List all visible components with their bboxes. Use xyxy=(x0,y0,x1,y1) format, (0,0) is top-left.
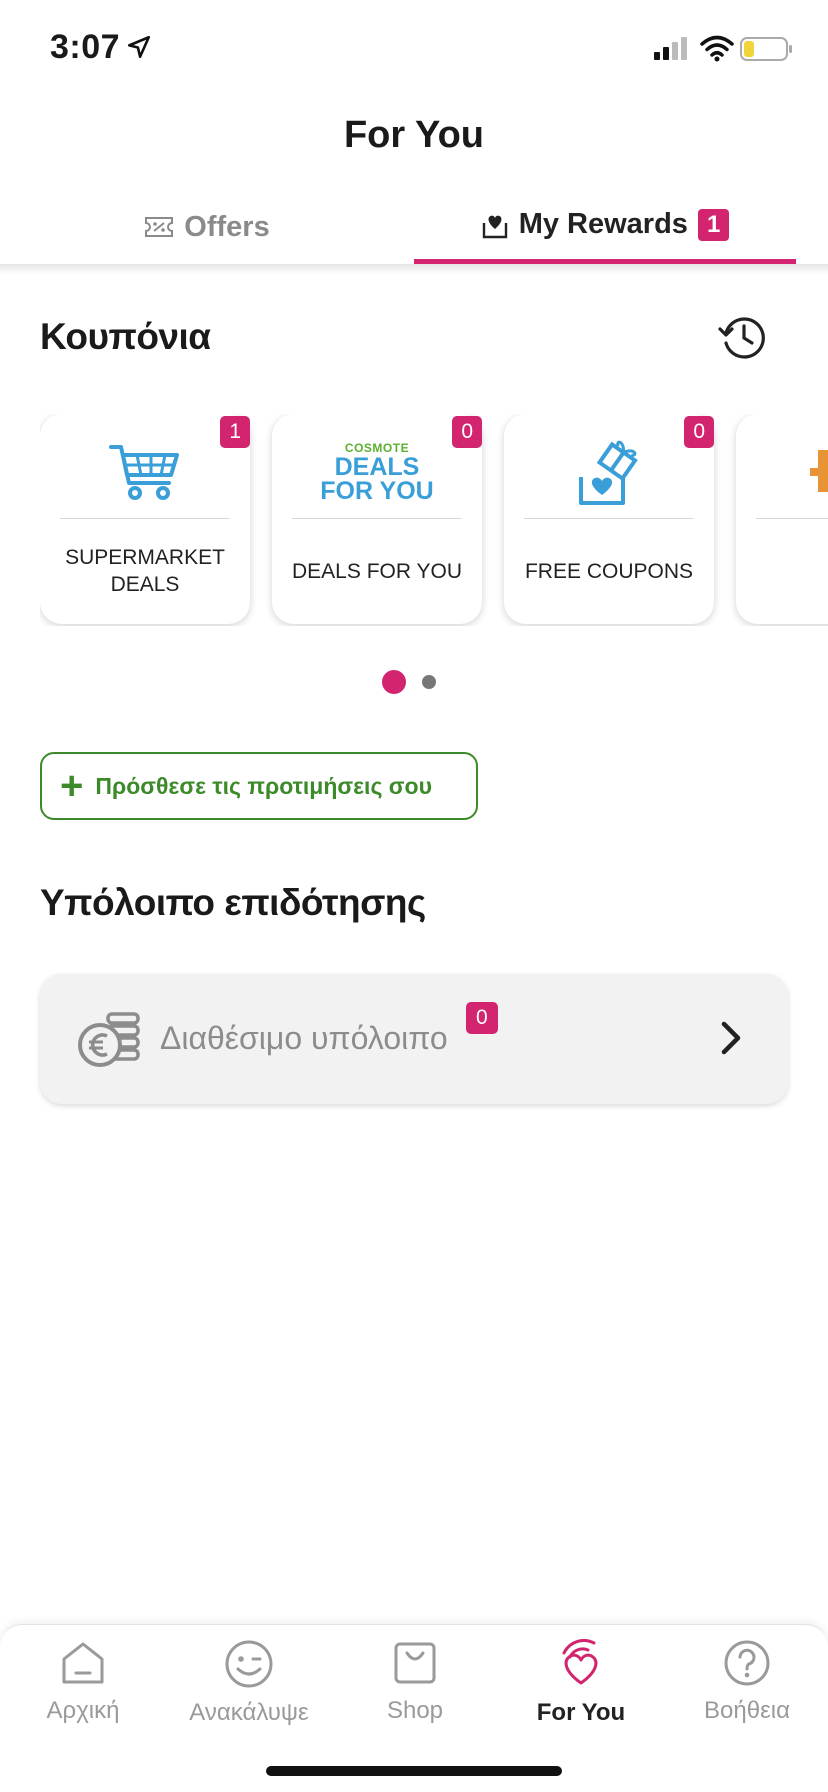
coupon-card-free-coupons[interactable]: FREE COUPONS 0 xyxy=(504,414,714,624)
gift-heart-icon xyxy=(579,440,638,505)
home-icon xyxy=(62,1642,104,1684)
nav-shop-label: Shop xyxy=(386,1697,444,1724)
card-divider xyxy=(756,518,828,519)
coupon-card-partial[interactable]: B xyxy=(736,414,828,624)
cellular-signal-icon xyxy=(654,37,687,60)
logo-for-you-text: FOR YOU xyxy=(320,477,434,505)
nav-shop[interactable]: Shop xyxy=(332,1639,498,1749)
home-indicator xyxy=(266,1766,562,1776)
tab-bar: Offers My Rewards 1 xyxy=(0,190,828,264)
coupon-count-badge: 0 xyxy=(452,416,482,448)
wink-smiley-icon xyxy=(225,1640,273,1688)
coupon-card-supermarket[interactable]: SUPERMARKET DEALS 1 xyxy=(40,414,250,624)
page-title: For You xyxy=(343,114,485,156)
heart-signal-icon xyxy=(562,1639,598,1685)
tab-my-rewards-label: My Rewards xyxy=(518,208,688,240)
coupon-card-label: SUPERMARKET DEALS xyxy=(65,546,225,596)
available-balance-row[interactable]: Διαθέσιμο υπόλοιπο 0 xyxy=(40,974,788,1104)
history-clock-icon xyxy=(718,317,765,359)
card-divider xyxy=(60,518,230,519)
tab-offers-label: Offers xyxy=(184,210,270,243)
heart-box-icon xyxy=(482,215,507,238)
nav-help[interactable]: Βοήθεια xyxy=(664,1639,828,1749)
nav-discover[interactable]: Ανακάλυψε xyxy=(166,1639,332,1749)
coupon-card-deals-for-you[interactable]: COSMOTE DEALS FOR YOU DEALS FOR YOU 0 xyxy=(272,414,482,624)
status-time: 3:07 xyxy=(50,28,121,66)
chevron-right-icon xyxy=(721,1021,741,1055)
tab-offers[interactable]: Offers xyxy=(0,190,414,264)
balance-badge: 0 xyxy=(466,1002,498,1034)
status-bar: 3:07 xyxy=(0,0,828,100)
coupon-count-badge: 0 xyxy=(684,416,714,448)
nav-discover-label: Ανακάλυψε xyxy=(189,1699,309,1726)
add-preferences-label: Πρόσθεσε τις προτιμήσεις σου xyxy=(95,772,432,799)
balance-section-title: Υπόλοιπο επιδότησης xyxy=(40,882,426,923)
nav-help-label: Βοήθεια xyxy=(704,1697,790,1724)
battery-icon xyxy=(740,37,792,61)
wifi-icon xyxy=(700,35,734,62)
coupon-card-label: DEALS FOR YOU xyxy=(292,560,462,583)
help-question-icon xyxy=(724,1640,770,1686)
card-divider xyxy=(524,518,694,519)
nav-home[interactable]: Αρχική xyxy=(0,1639,166,1749)
coupons-section-title: Κουπόνια xyxy=(40,316,211,357)
coupon-count-badge: 1 xyxy=(220,416,250,448)
nav-for-you-label: For You xyxy=(536,1699,626,1726)
cosmote-deals-logo: COSMOTE DEALS FOR YOU xyxy=(320,441,434,505)
header-divider xyxy=(0,264,828,274)
history-button[interactable] xyxy=(716,310,772,366)
logo-deals-text: DEALS xyxy=(334,453,420,481)
rewards-count-badge: 1 xyxy=(697,208,730,241)
plus-icon: + xyxy=(60,764,84,808)
nav-home-label: Αρχική xyxy=(46,1697,120,1724)
add-preferences-button[interactable]: + Πρόσθεσε τις προτιμήσεις σου xyxy=(40,752,478,820)
coupon-cards-carousel[interactable]: SUPERMARKET DEALS 1 COSMOTE DEALS FOR YOU… xyxy=(40,414,828,626)
card-divider xyxy=(292,518,462,519)
coupon-card-label: B xyxy=(736,558,828,585)
carousel-pagination xyxy=(382,670,452,694)
partial-card-icon xyxy=(810,450,828,492)
pagination-dot-active[interactable] xyxy=(382,670,406,694)
available-balance-label: Διαθέσιμο υπόλοιπο xyxy=(160,1020,448,1056)
coupon-card-label: FREE COUPONS xyxy=(524,560,694,583)
tab-my-rewards[interactable]: My Rewards 1 xyxy=(414,190,796,264)
shopping-bag-icon xyxy=(394,1642,436,1684)
euro-coins-icon xyxy=(78,1012,140,1067)
pagination-dot[interactable] xyxy=(422,675,436,689)
shopping-cart-icon xyxy=(109,445,179,500)
location-arrow-icon xyxy=(127,35,151,59)
ticket-percent-icon xyxy=(145,217,174,237)
nav-for-you[interactable]: For You xyxy=(498,1639,664,1749)
